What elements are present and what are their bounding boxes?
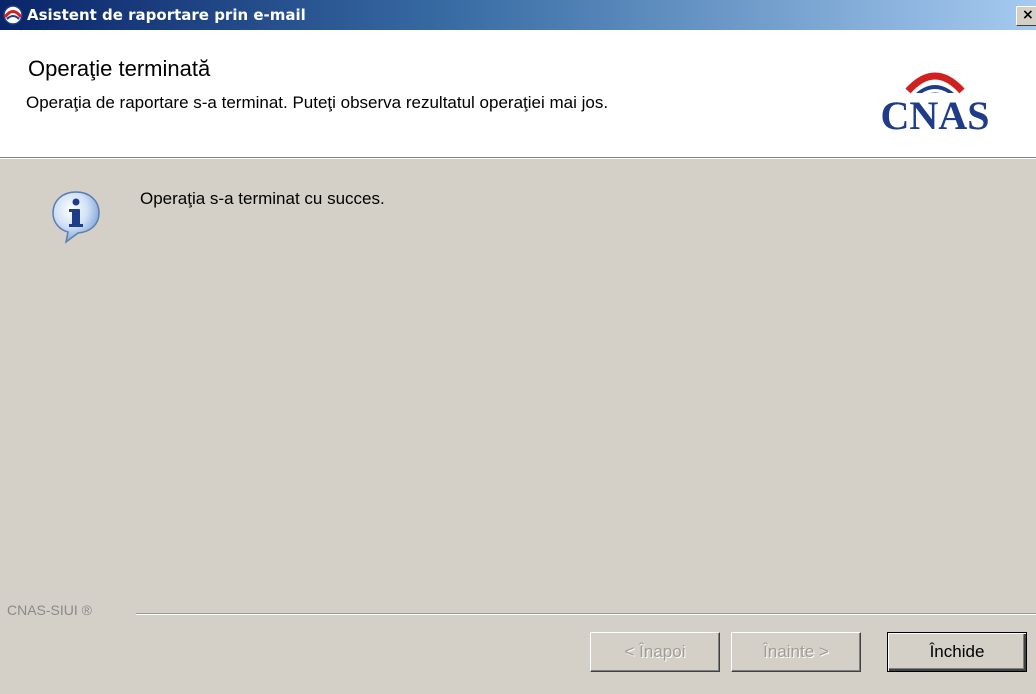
footer-separator [136, 613, 1036, 615]
brand-label: CNAS-SIUI ® [7, 602, 100, 618]
wizard-header: Operaţie terminată Operaţia de raportare… [0, 30, 1036, 159]
close-window-button[interactable]: × [1016, 6, 1036, 26]
back-button[interactable]: < Înapoi [590, 632, 720, 672]
next-button[interactable]: Înainte > [731, 632, 861, 672]
page-subtitle: Operaţia de raportare s-a terminat. Pute… [26, 93, 609, 112]
logo-text: CNAS [881, 93, 990, 135]
title-bar[interactable]: Asistent de raportare prin e-mail × [0, 0, 1036, 30]
app-icon [3, 5, 23, 25]
info-icon [52, 191, 100, 244]
window-title: Asistent de raportare prin e-mail [27, 6, 306, 24]
page-title: Operaţie terminată [28, 56, 211, 81]
status-message: Operaţia s-a terminat cu succes. [140, 189, 385, 208]
finish-close-button[interactable]: Închide [887, 632, 1027, 672]
cnas-logo: CNAS [881, 72, 990, 135]
close-icon: × [1022, 7, 1034, 23]
